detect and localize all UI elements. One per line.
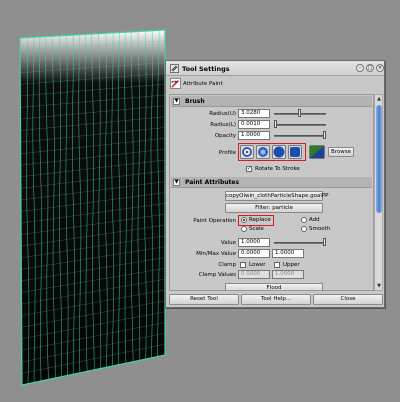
- paint-attributes-section-label: Paint Attributes: [185, 179, 240, 186]
- collapse-triangle-icon[interactable]: ▼: [173, 179, 180, 186]
- image-brush-icon: [310, 146, 324, 158]
- clamp-max-field[interactable]: 1.0000: [272, 270, 304, 279]
- radius-u-field[interactable]: 3.0280: [238, 109, 270, 118]
- paint-operation-label: Paint Operation: [193, 218, 236, 224]
- rotate-to-stroke-label: Rotate To Stroke: [255, 166, 300, 172]
- collapse-triangle-icon[interactable]: ▼: [173, 98, 180, 105]
- scrollbar-thumb[interactable]: [376, 105, 382, 213]
- profile-medium-button[interactable]: [256, 145, 270, 159]
- solid-brush-icon: [273, 146, 285, 158]
- profile-solid-button[interactable]: [272, 145, 286, 159]
- value-field[interactable]: 1.0000: [238, 238, 270, 247]
- clamp-upper-label: Upper: [283, 262, 300, 268]
- opacity-label: Opacity: [214, 133, 236, 139]
- max-value-field[interactable]: 1.0000: [272, 249, 304, 258]
- paint-attributes-section-header[interactable]: ▼ Paint Attributes: [171, 177, 372, 188]
- tool-settings-icon: [170, 64, 179, 73]
- brush-section-header[interactable]: ▼ Brush: [171, 96, 372, 107]
- tool-settings-window: Tool Settings – □ × attr Attribute Paint…: [165, 60, 385, 308]
- radius-u-label: Radius(U): [209, 111, 236, 117]
- flood-button[interactable]: Flood: [225, 283, 323, 290]
- close-button[interactable]: Close: [313, 294, 383, 305]
- clamp-min-field[interactable]: 0.0000: [238, 270, 270, 279]
- title-bar[interactable]: Tool Settings – □ ×: [166, 61, 384, 76]
- attribute-paint-brush-icon: attr: [170, 78, 181, 89]
- radius-l-slider-handle[interactable]: [274, 120, 277, 128]
- smooth-radio[interactable]: [301, 226, 307, 232]
- rotate-to-stroke-checkbox[interactable]: ✓: [246, 166, 252, 172]
- add-label: Add: [309, 217, 320, 223]
- footer-buttons: Reset Tool Tool Help... Close: [169, 294, 383, 306]
- replace-label: Replace: [249, 217, 271, 223]
- smooth-label: Smooth: [309, 226, 331, 232]
- scroll-down-icon[interactable]: ▼: [376, 283, 382, 289]
- reset-tool-button[interactable]: Reset Tool: [169, 294, 239, 305]
- replace-radio[interactable]: [241, 217, 247, 223]
- radius-l-label: Radius(L): [210, 122, 236, 128]
- min-value-field[interactable]: 0.0000: [238, 249, 270, 258]
- profile-label: Profile: [218, 150, 236, 156]
- opacity-slider-handle[interactable]: [323, 131, 326, 139]
- profile-image-button[interactable]: [309, 145, 325, 159]
- medium-brush-icon: [258, 147, 268, 157]
- close-icon[interactable]: ×: [376, 64, 384, 72]
- clamp-upper-checkbox[interactable]: [274, 262, 280, 268]
- minimize-icon[interactable]: –: [356, 64, 364, 72]
- add-radio[interactable]: [301, 217, 307, 223]
- opacity-slider[interactable]: [274, 135, 326, 137]
- soft-brush-icon: [242, 147, 252, 157]
- radius-l-slider[interactable]: [274, 124, 326, 126]
- scale-label: Scale: [249, 226, 264, 232]
- svg-text:attr: attr: [171, 79, 178, 83]
- clamp-values-label: Clamp Values: [198, 272, 236, 278]
- browse-button[interactable]: Browse: [328, 147, 354, 157]
- clamp-lower-label: Lower: [249, 262, 266, 268]
- opacity-field[interactable]: 1.0000: [238, 131, 270, 140]
- tool-name: Attribute Paint: [183, 81, 223, 87]
- maximize-icon[interactable]: □: [366, 64, 374, 72]
- radius-l-field[interactable]: 0.0010: [238, 120, 270, 129]
- scroll-up-icon[interactable]: ▲: [376, 96, 382, 102]
- brush-section-label: Brush: [185, 98, 205, 105]
- settings-scroll-area[interactable]: ▼ Brush Radius(U) 3.0280 Radius(L) 0.001…: [169, 94, 374, 291]
- window-title: Tool Settings: [182, 65, 230, 73]
- profile-square-button[interactable]: [288, 145, 302, 159]
- radius-u-slider-handle[interactable]: [298, 109, 301, 117]
- value-label: Value: [220, 240, 236, 246]
- square-brush-icon: [290, 147, 300, 157]
- clamp-lower-checkbox[interactable]: [240, 262, 246, 268]
- min-max-label: Min/Max Value: [196, 251, 236, 257]
- tool-header: attr Attribute Paint: [170, 78, 370, 92]
- value-slider[interactable]: [274, 242, 326, 244]
- value-slider-handle[interactable]: [323, 238, 326, 246]
- clamp-label: Clamp: [218, 262, 236, 268]
- filter-button[interactable]: Filter: particle: [225, 203, 323, 213]
- vertical-scrollbar[interactable]: ▲ ▼: [374, 94, 383, 291]
- scale-radio[interactable]: [241, 226, 247, 232]
- attribute-select-button[interactable]: copyOlwin_clothParticleShape.goalPP: [225, 191, 329, 201]
- tool-help-button[interactable]: Tool Help...: [241, 294, 311, 305]
- cloth-mesh[interactable]: [0, 0, 170, 400]
- profile-soft-button[interactable]: [240, 145, 254, 159]
